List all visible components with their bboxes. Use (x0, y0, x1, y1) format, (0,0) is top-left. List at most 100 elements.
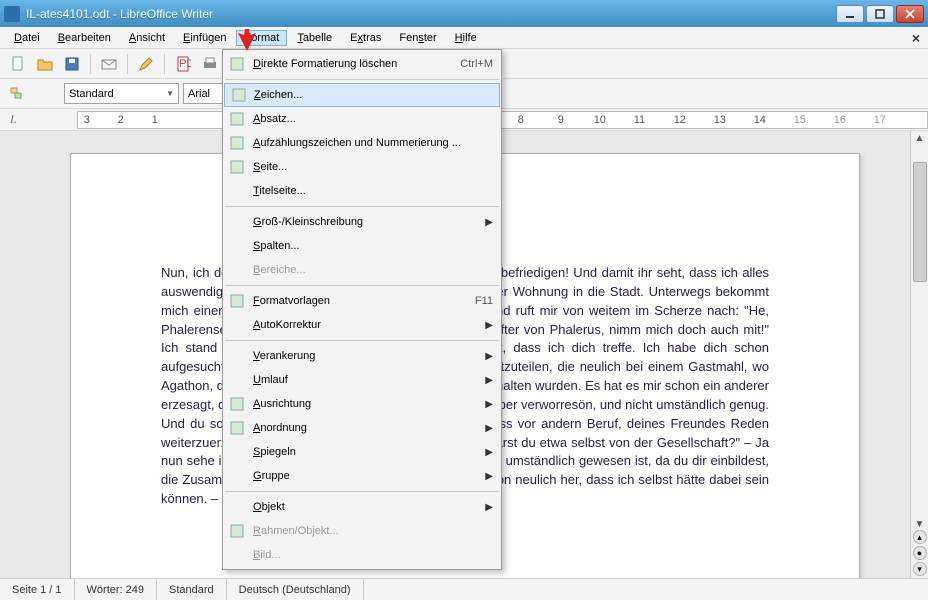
scroll-up-icon[interactable]: ▲ (915, 133, 925, 144)
menu-item-shortcut: Ctrl+M (460, 58, 493, 70)
submenu-arrow-icon: ▶ (485, 447, 493, 458)
status-language[interactable]: Deutsch (Deutschland) (227, 579, 364, 600)
status-style[interactable]: Standard (157, 579, 227, 600)
page-nav-buttons: ▴ ● ▾ (913, 530, 927, 576)
menu-extras[interactable]: Extras (342, 30, 389, 46)
menubar: Datei Bearbeiten Ansicht Einfügen Format… (0, 27, 928, 49)
statusbar: Seite 1 / 1 Wörter: 249 Standard Deutsch… (0, 578, 928, 600)
styles-icon (229, 293, 245, 309)
styles-dropdown-icon[interactable] (6, 82, 30, 106)
format-menu-item-4[interactable]: Aufzählungszeichen und Nummerierung ... (223, 131, 501, 155)
menu-item-label: Aufzählungszeichen und Nummerierung ... (253, 137, 493, 149)
menu-item-label: Gruppe (253, 470, 485, 482)
menu-separator (225, 79, 499, 80)
scroll-down-icon[interactable]: ▼ (915, 519, 925, 530)
minimize-button[interactable] (836, 5, 864, 23)
font-name-value: Arial (188, 88, 210, 100)
menu-item-label: Titelseite... (253, 185, 493, 197)
format-menu-item-23: Rahmen/Objekt... (223, 519, 501, 543)
nav-target-button[interactable]: ● (913, 546, 927, 560)
format-menu-item-10: Bereiche... (223, 258, 501, 282)
app-icon (4, 6, 20, 22)
page-icon (229, 159, 245, 175)
submenu-arrow-icon: ▶ (485, 320, 493, 331)
format-dropdown: Direkte Formatierung löschenCtrl+M Zeiche… (222, 49, 502, 570)
menu-datei[interactable]: Datei (6, 30, 48, 46)
menu-ansicht[interactable]: Ansicht (121, 30, 173, 46)
format-menu-item-20[interactable]: Gruppe▶ (223, 464, 501, 488)
menu-separator (225, 206, 499, 207)
menu-item-label: Bereiche... (253, 264, 493, 276)
format-menu-item-15[interactable]: Verankerung▶ (223, 344, 501, 368)
format-menu-item-3[interactable]: Absatz... (223, 107, 501, 131)
paragraph-icon (229, 111, 245, 127)
format-menu-item-9[interactable]: Spalten... (223, 234, 501, 258)
edit-mode-button[interactable] (134, 52, 158, 76)
format-menu-item-5[interactable]: Seite... (223, 155, 501, 179)
scrollbar-thumb[interactable] (913, 162, 927, 282)
menu-item-label: Umlauf (253, 374, 485, 386)
menu-item-label: Absatz... (253, 113, 493, 125)
close-button[interactable] (896, 5, 924, 23)
format-menu-item-16[interactable]: Umlauf▶ (223, 368, 501, 392)
format-menu-item-19[interactable]: Spiegeln▶ (223, 440, 501, 464)
align-icon (229, 396, 245, 412)
maximize-button[interactable] (866, 5, 894, 23)
open-button[interactable] (33, 52, 57, 76)
svg-text:PDF: PDF (179, 58, 191, 70)
export-pdf-button[interactable]: PDF (171, 52, 195, 76)
submenu-arrow-icon: ▶ (485, 471, 493, 482)
close-document-button[interactable]: × (912, 30, 920, 46)
menu-hilfe[interactable]: Hilfe (447, 30, 485, 46)
menu-fenster[interactable]: Fenster (391, 30, 444, 46)
submenu-arrow-icon: ▶ (485, 423, 493, 434)
frame-icon (229, 523, 245, 539)
menu-item-label: Rahmen/Objekt... (253, 525, 493, 537)
menu-item-label: Zeichen... (254, 89, 491, 101)
window-title: IL-ates4101.odt - LibreOffice Writer (26, 7, 836, 21)
format-menu-item-8[interactable]: Groß-/Kleinschreibung▶ (223, 210, 501, 234)
menu-tabelle[interactable]: Tabelle (289, 30, 340, 46)
ruler-left-label: L (10, 112, 17, 127)
window-controls (836, 5, 924, 23)
format-menu-item-22[interactable]: Objekt▶ (223, 495, 501, 519)
format-menu-item-13[interactable]: AutoKorrektur▶ (223, 313, 501, 337)
prev-page-button[interactable]: ▴ (913, 530, 927, 544)
format-menu-item-6[interactable]: Titelseite... (223, 179, 501, 203)
next-page-button[interactable]: ▾ (913, 562, 927, 576)
annotation-arrow (234, 29, 260, 54)
mail-button[interactable] (97, 52, 121, 76)
status-page[interactable]: Seite 1 / 1 (0, 579, 75, 600)
new-doc-button[interactable] (6, 52, 30, 76)
menu-item-label: Spalten... (253, 240, 493, 252)
menu-separator (225, 491, 499, 492)
submenu-arrow-icon: ▶ (485, 217, 493, 228)
print-button[interactable] (198, 52, 222, 76)
menu-separator (225, 340, 499, 341)
menu-separator (225, 285, 499, 286)
submenu-arrow-icon: ▶ (485, 351, 493, 362)
bullets-icon (229, 135, 245, 151)
submenu-arrow-icon: ▶ (485, 399, 493, 410)
format-menu-item-17[interactable]: Ausrichtung▶ (223, 392, 501, 416)
chevron-down-icon: ▼ (166, 89, 174, 98)
paragraph-style-combo[interactable]: Standard ▼ (64, 83, 179, 104)
horizontal-ruler[interactable]: 3 2 1 8 9 10 11 12 13 14 15 16 17 (77, 111, 928, 129)
status-words[interactable]: Wörter: 249 (75, 579, 157, 600)
format-menu-item-12[interactable]: FormatvorlagenF11 (223, 289, 501, 313)
format-menu-item-0[interactable]: Direkte Formatierung löschenCtrl+M (223, 52, 501, 76)
vertical-scrollbar[interactable]: ▲ ▼ ▴ ● ▾ (910, 131, 928, 578)
menu-item-label: Formatvorlagen (253, 295, 475, 307)
menu-item-label: Direkte Formatierung löschen (253, 58, 460, 70)
paragraph-style-value: Standard (69, 88, 114, 100)
menu-bearbeiten[interactable]: Bearbeiten (50, 30, 119, 46)
format-menu-item-2[interactable]: Zeichen... (224, 83, 500, 107)
menu-einfuegen[interactable]: Einfügen (175, 30, 234, 46)
format-menu-item-18[interactable]: Anordnung▶ (223, 416, 501, 440)
submenu-arrow-icon: ▶ (485, 375, 493, 386)
menu-item-label: Groß-/Kleinschreibung (253, 216, 485, 228)
titlebar: IL-ates4101.odt - LibreOffice Writer (0, 0, 928, 27)
submenu-arrow-icon: ▶ (485, 502, 493, 513)
save-button[interactable] (60, 52, 84, 76)
clear-format-icon (229, 56, 245, 72)
